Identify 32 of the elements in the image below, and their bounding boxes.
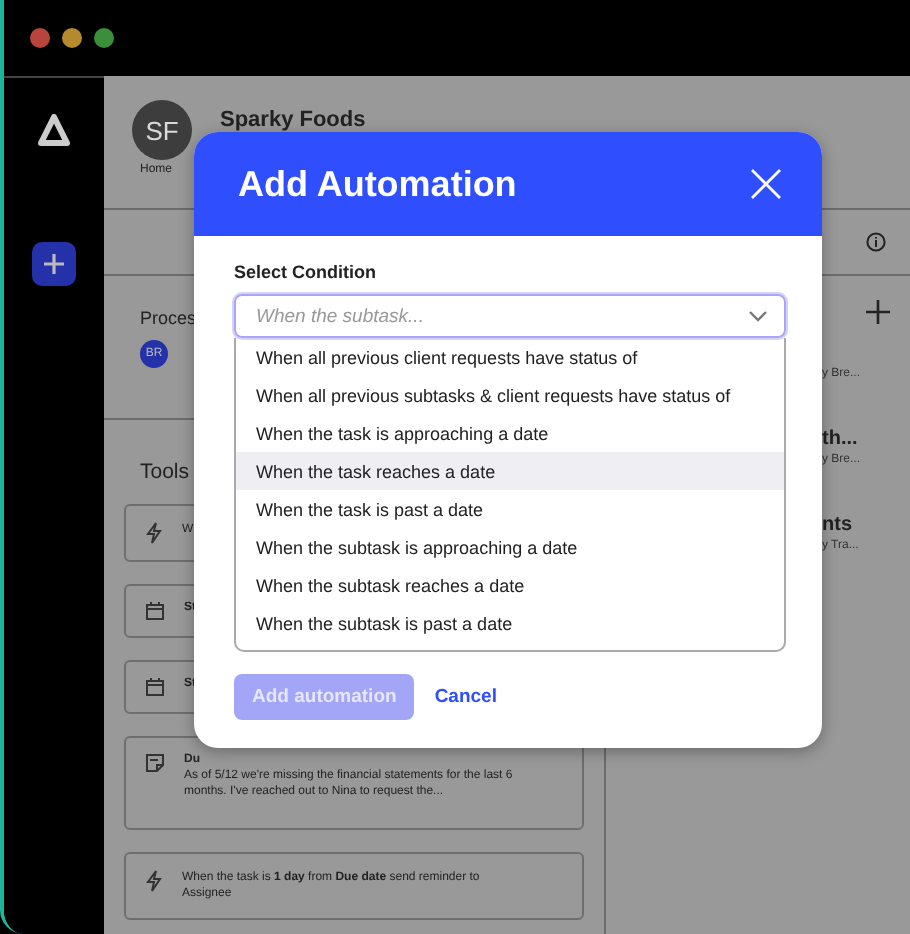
- close-dot[interactable]: [30, 28, 50, 48]
- item-title[interactable]: th...: [822, 428, 890, 450]
- dropdown-option[interactable]: When the task is past a date: [236, 490, 784, 528]
- dialog-title: Add Automation: [238, 163, 517, 205]
- lightning-icon: [146, 522, 162, 544]
- chevron-icon: [748, 310, 768, 322]
- calendar-icon: [146, 678, 164, 696]
- logo-icon[interactable]: [38, 114, 70, 146]
- dropdown-option[interactable]: When all previous client requests have status of: [236, 338, 784, 376]
- dropdown-option[interactable]: When all previous subtasks & client requests have status of: [236, 376, 784, 414]
- plus-icon: [42, 252, 66, 276]
- section-title: Proces: [140, 308, 197, 328]
- workspace-name[interactable]: Sparky Foods: [220, 108, 366, 132]
- add-icon[interactable]: [866, 300, 890, 324]
- calendar-icon: [146, 602, 164, 620]
- dropdown-option[interactable]: When the subtask is past a date: [236, 604, 784, 642]
- close-button[interactable]: [750, 168, 782, 200]
- lightning-icon: [146, 870, 162, 892]
- dropdown-option[interactable]: When the subtask reaches a date: [236, 566, 784, 604]
- workspace-avatar[interactable]: SF: [132, 100, 192, 160]
- info-icon[interactable]: [866, 232, 886, 252]
- dropdown-option[interactable]: When the task is approaching a date: [236, 414, 784, 452]
- minimize-dot[interactable]: [62, 28, 82, 48]
- dropdown-option[interactable]: When the task reaches a date: [236, 452, 784, 490]
- zoom-dot[interactable]: [94, 28, 114, 48]
- item-title[interactable]: nts: [822, 514, 890, 536]
- cancel-link[interactable]: Cancel: [434, 674, 497, 720]
- section-title: Tools: [138, 460, 190, 484]
- note-icon: [146, 754, 164, 772]
- add-button[interactable]: [32, 242, 76, 286]
- dropdown-option[interactable]: When the subtask is approaching a date: [236, 528, 784, 566]
- field-label: Select Condition: [234, 262, 379, 282]
